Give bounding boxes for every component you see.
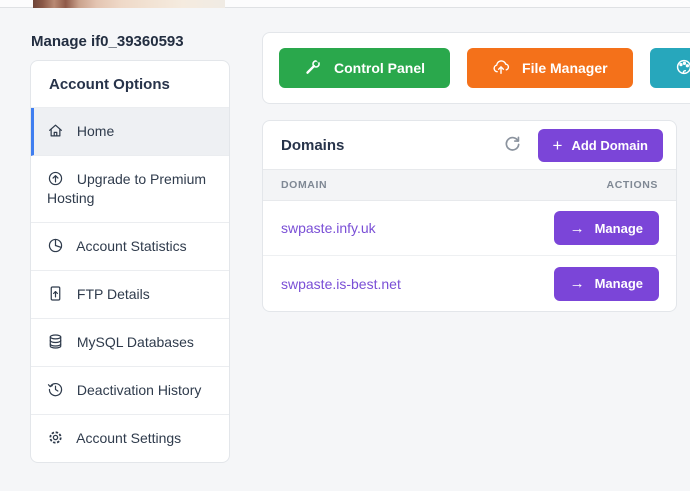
domain-link[interactable]: swpaste.is-best.net bbox=[281, 276, 401, 292]
page-title: Manage if0_39360593 bbox=[31, 33, 184, 50]
sidebar-item-label: FTP Details bbox=[77, 286, 150, 302]
sidebar-item-label: Home bbox=[77, 123, 114, 139]
sidebar-item-label: Upgrade to Premium Hosting bbox=[47, 171, 206, 206]
button-label: Manage bbox=[595, 221, 643, 236]
control-panel-button[interactable]: Control Panel bbox=[279, 48, 450, 88]
clock-history-icon bbox=[47, 381, 64, 398]
table-row: swpaste.is-best.net → Manage bbox=[263, 256, 676, 311]
sidebar-item-label: Deactivation History bbox=[77, 382, 202, 398]
sidebar-item-label: Account Settings bbox=[76, 430, 181, 446]
arrow-right-icon: → bbox=[570, 276, 585, 291]
sidebar-item-mysql-databases[interactable]: MySQL Databases bbox=[31, 319, 229, 367]
file-manager-button[interactable]: File Manager bbox=[467, 48, 633, 88]
home-icon bbox=[47, 122, 64, 139]
refresh-icon bbox=[503, 135, 522, 154]
account-options-card: Account Options Home Upgrade to Premium … bbox=[30, 60, 230, 463]
domains-title: Domains bbox=[281, 137, 503, 154]
sidebar-item-deactivation-history[interactable]: Deactivation History bbox=[31, 367, 229, 415]
sidebar-item-label: Account Statistics bbox=[76, 238, 187, 254]
plus-icon: + bbox=[553, 137, 563, 154]
domains-card-header: Domains + Add Domain bbox=[263, 121, 676, 169]
column-header-domain: DOMAIN bbox=[281, 179, 327, 191]
sidebar-item-home[interactable]: Home bbox=[31, 108, 229, 156]
button-label: Add Domain bbox=[571, 138, 648, 153]
sidebar-item-upgrade-premium[interactable]: Upgrade to Premium Hosting bbox=[31, 156, 229, 223]
top-band bbox=[0, 0, 690, 8]
domains-table-header: DOMAIN ACTIONS bbox=[263, 169, 676, 201]
quick-actions-card: Control Panel File Manager We bbox=[262, 32, 690, 104]
table-row: swpaste.infy.uk → Manage bbox=[263, 201, 676, 256]
sidebar-item-account-statistics[interactable]: Account Statistics bbox=[31, 223, 229, 271]
hosting-account-page: Manage if0_39360593 Account Options Home… bbox=[0, 0, 690, 491]
arrow-right-icon: → bbox=[570, 221, 585, 236]
manage-button[interactable]: → Manage bbox=[554, 267, 659, 301]
column-header-actions: ACTIONS bbox=[607, 179, 658, 191]
button-label: Manage bbox=[595, 276, 643, 291]
refresh-button[interactable] bbox=[503, 135, 523, 155]
domain-link[interactable]: swpaste.infy.uk bbox=[281, 220, 376, 236]
database-icon bbox=[47, 333, 64, 350]
wrench-icon bbox=[304, 58, 322, 79]
website-builder-button[interactable]: We bbox=[650, 48, 690, 88]
pie-chart-icon bbox=[47, 237, 64, 254]
palette-icon bbox=[675, 58, 690, 79]
manage-button[interactable]: → Manage bbox=[554, 211, 659, 245]
sidebar-item-ftp-details[interactable]: FTP Details bbox=[31, 271, 229, 319]
gear-icon bbox=[47, 429, 64, 446]
sidebar-title: Account Options bbox=[31, 61, 229, 108]
sidebar-item-account-settings[interactable]: Account Settings bbox=[31, 415, 229, 462]
file-arrow-up-icon bbox=[47, 285, 64, 302]
add-domain-button[interactable]: + Add Domain bbox=[538, 129, 664, 162]
cropped-photo-fragment bbox=[33, 0, 225, 8]
button-label: Control Panel bbox=[334, 60, 425, 76]
sidebar-item-label: MySQL Databases bbox=[77, 334, 194, 350]
button-label: File Manager bbox=[522, 60, 608, 76]
cloud-upload-icon bbox=[492, 58, 510, 79]
domains-card: Domains + Add Domain DOMAIN ACTIONS swpa… bbox=[262, 120, 677, 312]
arrow-up-circle-icon bbox=[47, 170, 64, 187]
